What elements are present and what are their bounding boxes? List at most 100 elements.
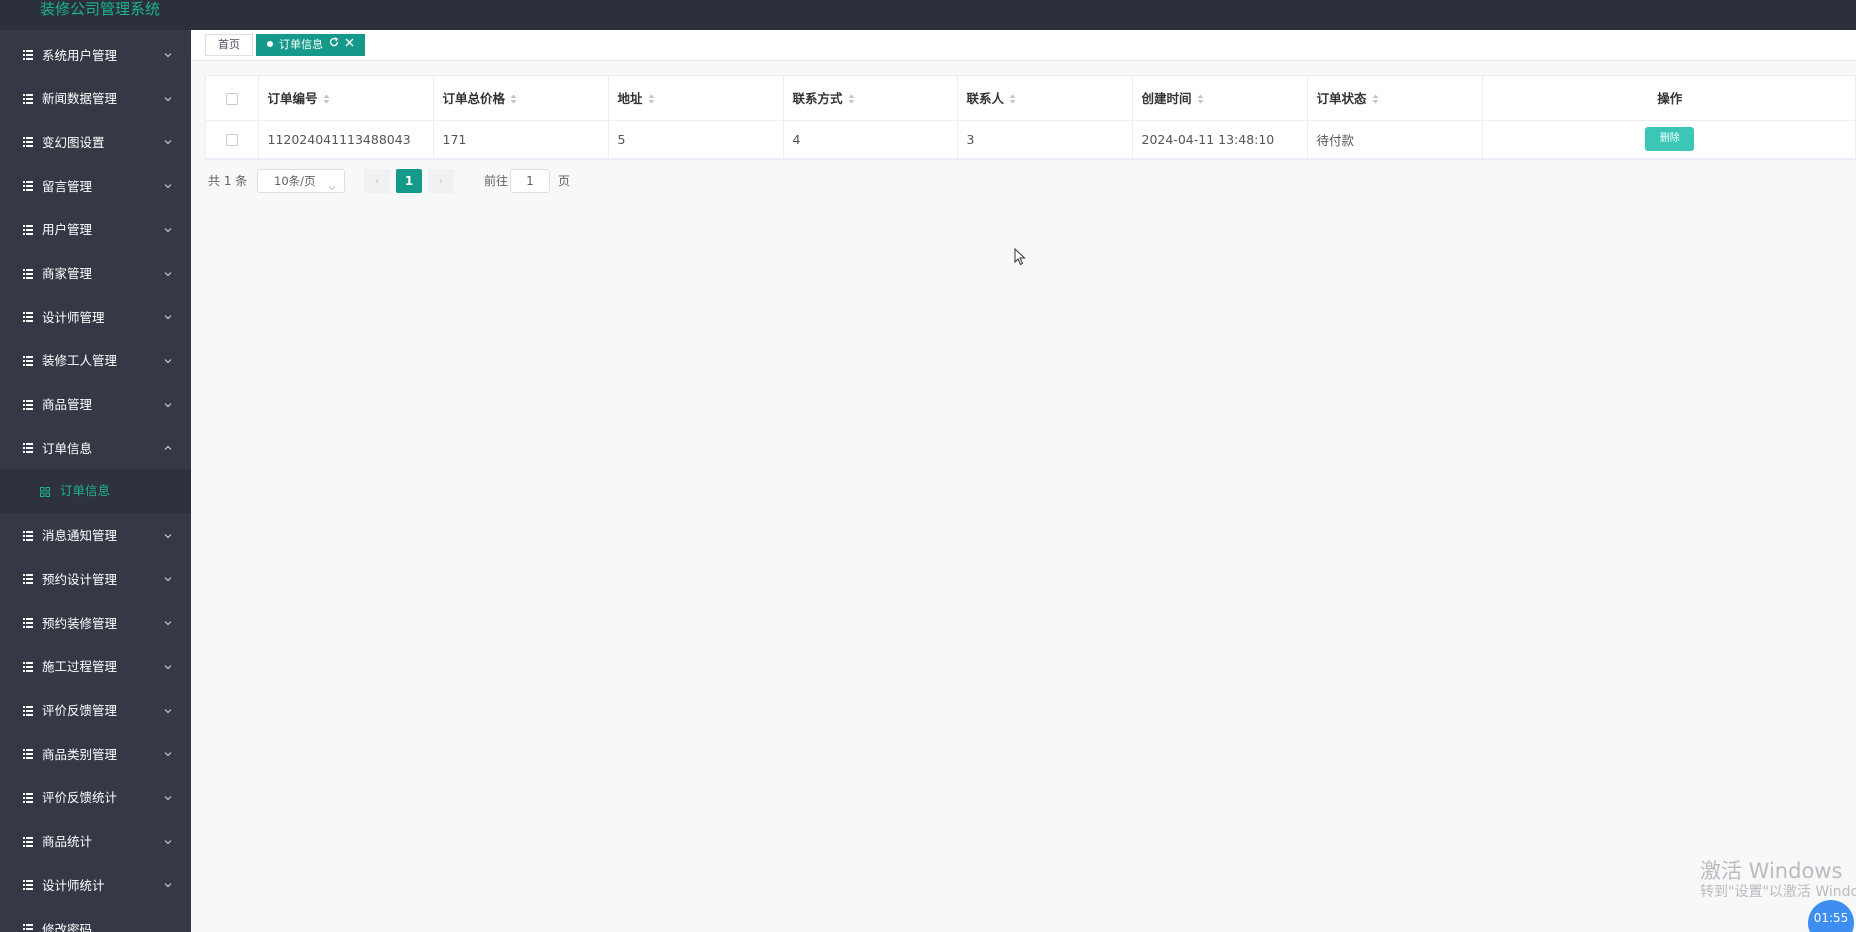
chevron-down-icon bbox=[163, 136, 173, 146]
delete-button[interactable]: 删除 bbox=[1645, 127, 1695, 151]
chevron-down-icon bbox=[163, 705, 173, 715]
sidebar-item[interactable]: 施工过程管理 bbox=[0, 644, 191, 688]
column-header[interactable]: 创建时间 bbox=[1132, 76, 1308, 121]
page-number-1[interactable]: 1 bbox=[396, 169, 422, 193]
column-header[interactable]: 订单状态 bbox=[1307, 76, 1483, 121]
sort-icon[interactable] bbox=[510, 92, 517, 107]
sidebar-item-label: 评价反馈管理 bbox=[42, 703, 118, 718]
sidebar-item[interactable]: 用户管理 bbox=[0, 207, 191, 251]
tab-home[interactable]: 首页 bbox=[205, 34, 253, 56]
chevron-down-icon bbox=[163, 93, 173, 103]
cell-created: 2024-04-11 13:48:10 bbox=[1132, 120, 1308, 159]
sidebar-item[interactable]: 评价反馈管理 bbox=[0, 688, 191, 732]
select-all-checkbox[interactable] bbox=[225, 92, 238, 105]
sidebar-item-label: 装修工人管理 bbox=[42, 353, 118, 369]
cell-actions: 删除 bbox=[1482, 120, 1856, 159]
table-row: 112024041113488043 171 5 4 3 2024-04-11 13:48… bbox=[206, 120, 1856, 159]
activation-watermark-subtitle: 转到"设置"以激活 Windows。 bbox=[1700, 884, 1856, 900]
goto-label: 前往 bbox=[484, 174, 509, 188]
column-header-label: 联系方式 bbox=[792, 91, 843, 107]
sort-icon[interactable] bbox=[1197, 92, 1204, 107]
pagination: 共 1 条 10条/页 ‹ 1 › 前往 页 bbox=[208, 169, 808, 193]
column-header[interactable]: 联系方式 bbox=[783, 76, 958, 121]
column-header[interactable]: 地址 bbox=[608, 76, 784, 121]
menu-grid-icon bbox=[23, 399, 33, 410]
menu-grid-icon bbox=[23, 136, 33, 148]
sidebar-item[interactable]: 订单信息 bbox=[0, 425, 191, 469]
column-header[interactable]: 订单编号 bbox=[258, 76, 434, 121]
menu-grid-icon bbox=[23, 93, 33, 104]
sort-icon[interactable] bbox=[848, 92, 855, 107]
refresh-icon[interactable] bbox=[329, 34, 339, 54]
sidebar-item[interactable]: 新闻数据管理 bbox=[0, 76, 191, 120]
sidebar-item[interactable]: 商品统计 bbox=[0, 819, 191, 863]
close-icon[interactable] bbox=[345, 34, 354, 54]
sort-icon[interactable] bbox=[648, 92, 655, 107]
goto-page-input[interactable] bbox=[510, 169, 550, 193]
sidebar-item[interactable]: 留言管理 bbox=[0, 163, 191, 207]
sort-icon[interactable] bbox=[323, 92, 330, 107]
row-checkbox[interactable] bbox=[225, 134, 238, 146]
sort-icon[interactable] bbox=[1009, 92, 1016, 107]
sidebar-item[interactable]: 商家管理 bbox=[0, 251, 191, 295]
sidebar-subitem-order-info[interactable]: 订单信息 bbox=[0, 469, 191, 513]
chevron-down-icon bbox=[163, 355, 173, 365]
sidebar-item[interactable]: 装修工人管理 bbox=[0, 338, 191, 382]
sidebar-item[interactable]: 设计师管理 bbox=[0, 294, 191, 338]
select-all-cell bbox=[206, 76, 259, 121]
sidebar-item[interactable]: 商品管理 bbox=[0, 382, 191, 426]
chevron-down-icon bbox=[163, 530, 173, 540]
table-header-row: 订单编号 订单总价格 地址 联系方式 联系人 创建时间 订单状态 操作 bbox=[206, 76, 1856, 121]
chevron-down-icon bbox=[163, 792, 173, 802]
menu-grid-icon bbox=[23, 617, 33, 629]
column-header-label: 创建时间 bbox=[1141, 91, 1192, 107]
menu-grid-icon bbox=[23, 836, 33, 847]
chevron-down-icon bbox=[163, 268, 173, 278]
sidebar-subitem-label: 订单信息 bbox=[60, 483, 111, 498]
menu-grid-icon bbox=[23, 530, 33, 541]
sidebar-item[interactable]: 预约设计管理 bbox=[0, 556, 191, 600]
cell-address: 5 bbox=[608, 120, 784, 159]
chevron-up-icon bbox=[163, 442, 173, 452]
chevron-down-icon bbox=[163, 49, 173, 59]
menu-grid-icon bbox=[23, 224, 33, 235]
sidebar-item-label: 商家管理 bbox=[42, 266, 93, 281]
column-header[interactable]: 联系人 bbox=[957, 76, 1133, 121]
sidebar-item[interactable]: 系统用户管理 bbox=[0, 32, 191, 76]
column-header[interactable]: 订单总价格 bbox=[433, 76, 609, 121]
tab-order-info[interactable]: 订单信息 bbox=[256, 34, 365, 56]
sidebar-item[interactable]: 商品类别管理 bbox=[0, 731, 191, 775]
column-header-label: 地址 bbox=[617, 91, 643, 107]
prev-page-button[interactable]: ‹ bbox=[364, 169, 390, 193]
column-header-label: 订单状态 bbox=[1316, 91, 1367, 107]
chevron-down-icon bbox=[163, 224, 173, 234]
sort-icon[interactable] bbox=[1372, 92, 1379, 107]
apps-icon bbox=[40, 486, 50, 497]
chevron-down-icon bbox=[163, 311, 173, 321]
sidebar-item[interactable]: 预约装修管理 bbox=[0, 600, 191, 644]
sidebar-item[interactable]: 修改密码 bbox=[0, 906, 191, 932]
cell-status: 待付款 bbox=[1307, 120, 1483, 159]
chevron-down-icon bbox=[163, 879, 173, 889]
tab-order-info-label: 订单信息 bbox=[279, 38, 323, 51]
sidebar-item[interactable]: 变幻图设置 bbox=[0, 119, 191, 163]
next-page-button[interactable]: › bbox=[428, 169, 454, 193]
page-size-value: 10条/页 bbox=[274, 174, 316, 188]
column-header-label: 订单编号 bbox=[267, 91, 318, 107]
column-header-label: 联系人 bbox=[966, 91, 1005, 107]
menu-grid-icon bbox=[23, 49, 33, 60]
cell-order-no: 112024041113488043 bbox=[258, 120, 434, 159]
sidebar: 系统用户管理 新闻数据管理 变幻图设置 留言管理用户管理商家管理设计师管理装修工人管理… bbox=[0, 30, 191, 932]
row-select-cell bbox=[206, 120, 259, 159]
action-column-header: 操作 bbox=[1482, 76, 1856, 121]
sidebar-item-label: 评价反馈统计 bbox=[42, 790, 118, 806]
order-table: 订单编号 订单总价格 地址 联系方式 联系人 创建时间 订单状态 操作 11202404111… bbox=[205, 75, 1856, 160]
chevron-down-icon bbox=[163, 836, 173, 846]
sidebar-item[interactable]: 评价反馈统计 bbox=[0, 775, 191, 819]
sidebar-item[interactable]: 设计师统计 bbox=[0, 862, 191, 906]
sidebar-item-label: 用户管理 bbox=[42, 222, 93, 238]
sidebar-item[interactable]: 消息通知管理 bbox=[0, 513, 191, 557]
page-size-select[interactable]: 10条/页 bbox=[257, 169, 345, 193]
chevron-down-icon bbox=[163, 748, 173, 758]
column-header-label: 订单总价格 bbox=[442, 91, 506, 107]
